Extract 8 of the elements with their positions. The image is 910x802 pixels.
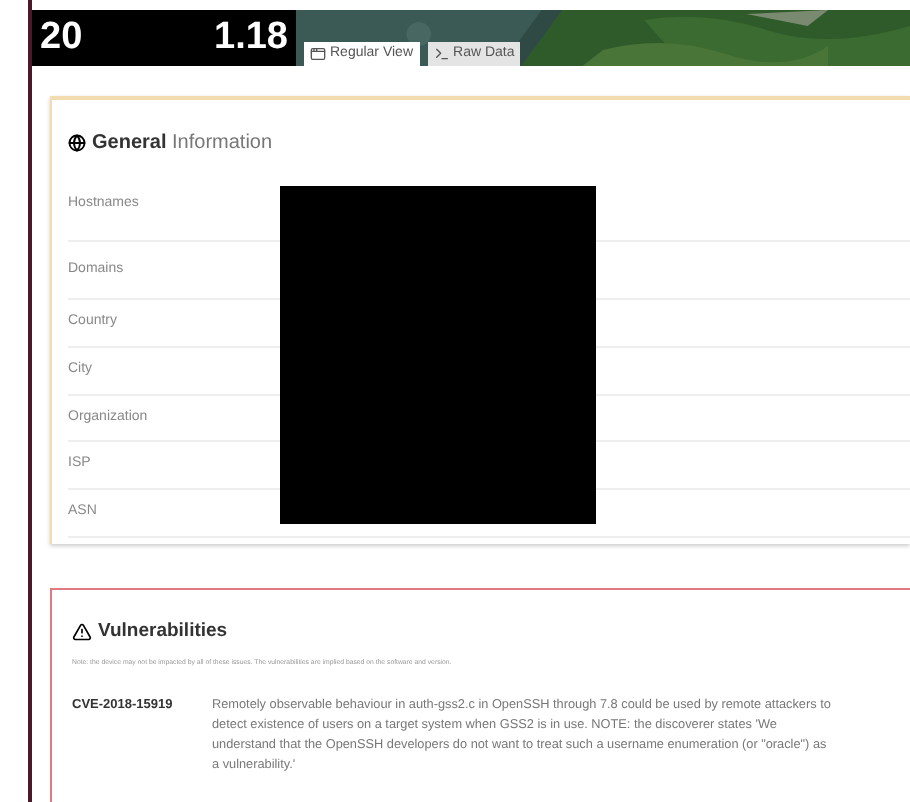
warning-icon: [72, 622, 92, 643]
terminal-icon: [433, 46, 450, 62]
stat-value: 20: [40, 13, 83, 62]
window-icon: [310, 46, 326, 62]
stat-value: 1.18: [214, 13, 288, 62]
card-title: Vulnerabilities: [98, 618, 228, 646]
globe-icon: [68, 134, 86, 152]
card-title: General Information: [92, 130, 273, 158]
